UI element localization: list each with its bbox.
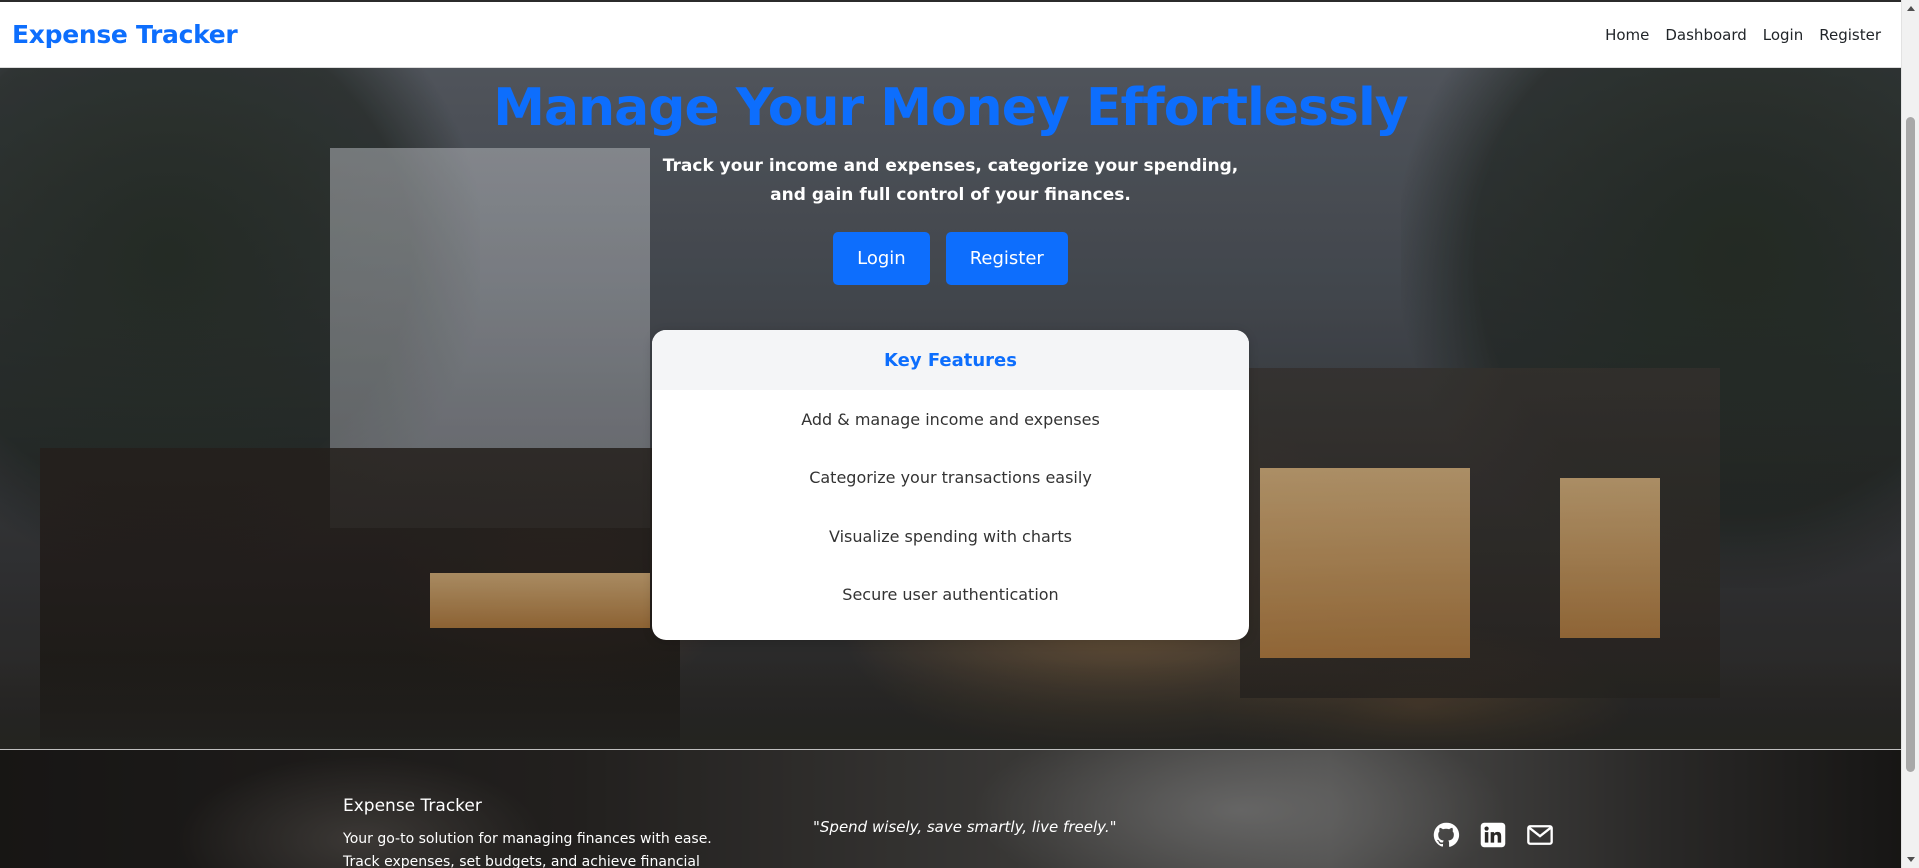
hero-title: Manage Your Money Effortlessly bbox=[493, 78, 1408, 138]
nav-link-register[interactable]: Register bbox=[1811, 26, 1889, 44]
feature-item: Categorize your transactions easily bbox=[809, 468, 1092, 488]
feature-item: Visualize spending with charts bbox=[829, 526, 1072, 546]
nav-link-home[interactable]: Home bbox=[1597, 26, 1657, 44]
footer-brand: Expense Tracker bbox=[343, 796, 482, 816]
feature-item: Secure user authentication bbox=[842, 585, 1059, 605]
brand-logo[interactable]: Expense Tracker bbox=[12, 20, 238, 49]
hero-subtitle: Track your income and expenses, categori… bbox=[662, 156, 1239, 205]
nav-link-login[interactable]: Login bbox=[1755, 26, 1811, 44]
scroll-up-icon[interactable] bbox=[1907, 6, 1915, 11]
github-icon[interactable] bbox=[1432, 821, 1460, 849]
footer-description: Your go-to solution for managing finance… bbox=[343, 831, 712, 868]
scrollbar-thumb[interactable] bbox=[1906, 117, 1915, 772]
features-heading: Key Features bbox=[652, 330, 1249, 390]
hero-buttons: Login Register bbox=[833, 232, 1068, 285]
footer-overlay bbox=[0, 750, 1901, 868]
hero-section: Manage Your Money Effortlessly Track you… bbox=[0, 68, 1901, 749]
login-button[interactable]: Login bbox=[833, 232, 930, 285]
nav-links: Home Dashboard Login Register bbox=[1597, 26, 1889, 44]
register-button[interactable]: Register bbox=[945, 232, 1068, 285]
feature-item: Add & manage income and expenses bbox=[801, 409, 1100, 429]
footer: Expense Tracker Your go-to solution for … bbox=[0, 749, 1901, 868]
footer-quote: "Spend wisely, save smartly, live freely… bbox=[813, 818, 1117, 836]
footer-social-icons bbox=[1432, 821, 1554, 849]
features-list: Add & manage income and expenses Categor… bbox=[666, 390, 1235, 624]
scroll-down-icon[interactable] bbox=[1907, 857, 1915, 862]
hero-content: Manage Your Money Effortlessly Track you… bbox=[0, 68, 1901, 749]
page-scrollbar[interactable] bbox=[1901, 0, 1919, 868]
mail-icon[interactable] bbox=[1526, 821, 1554, 849]
nav-link-dashboard[interactable]: Dashboard bbox=[1657, 26, 1754, 44]
linkedin-icon[interactable] bbox=[1479, 821, 1507, 849]
navbar: Expense Tracker Home Dashboard Login Reg… bbox=[0, 0, 1901, 68]
features-card: Key Features Add & manage income and exp… bbox=[652, 330, 1249, 640]
